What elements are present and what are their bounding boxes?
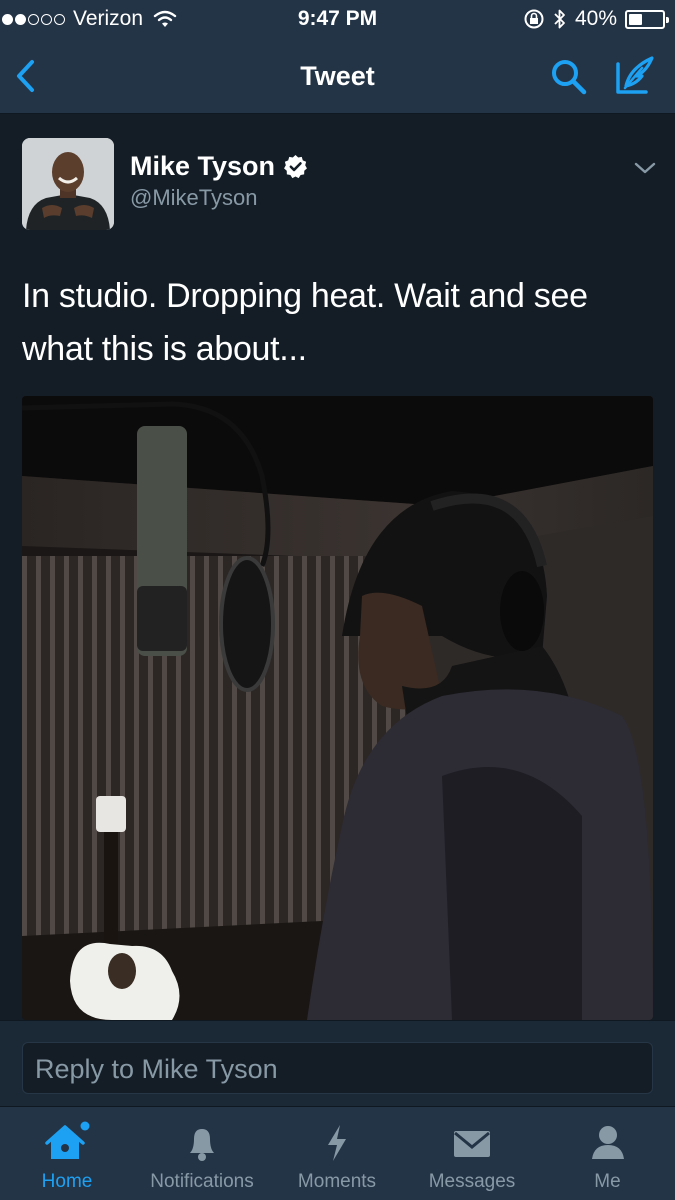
tab-me[interactable]: Me xyxy=(540,1107,675,1200)
status-right: 40% xyxy=(523,0,669,38)
reply-input[interactable]: Reply to Mike Tyson xyxy=(22,1042,653,1094)
tab-me-label: Me xyxy=(594,1171,621,1192)
tab-home-label: Home xyxy=(41,1171,93,1192)
tab-messages[interactable]: Messages xyxy=(404,1107,540,1200)
back-chevron-icon[interactable] xyxy=(10,56,46,96)
status-left: Verizon xyxy=(0,0,177,38)
author-avatar[interactable] xyxy=(22,138,114,230)
chevron-down-icon[interactable] xyxy=(632,158,658,178)
nav-bar: Tweet xyxy=(0,38,675,114)
author-handle[interactable]: @MikeTyson xyxy=(130,185,257,211)
tab-bar: Home Notifications Moments Messages Me xyxy=(0,1106,675,1200)
bell-icon xyxy=(190,1129,214,1161)
tab-notifications-label: Notifications xyxy=(150,1171,254,1192)
battery-icon xyxy=(625,9,669,29)
tab-notifications[interactable]: Notifications xyxy=(134,1107,270,1200)
tab-moments[interactable]: Moments xyxy=(270,1107,404,1200)
home-icon xyxy=(45,1121,90,1159)
envelope-icon xyxy=(454,1131,490,1157)
tab-moments-label: Moments xyxy=(297,1171,377,1192)
tweet-text: In studio. Dropping heat. Wait and see w… xyxy=(22,277,588,368)
battery-percent: 40% xyxy=(574,7,617,30)
compose-tweet-icon[interactable] xyxy=(612,54,658,98)
lightning-icon xyxy=(328,1125,346,1161)
person-icon xyxy=(591,1126,624,1159)
author-name-text: Mike Tyson xyxy=(130,151,276,181)
wifi-icon xyxy=(153,10,177,27)
carrier-label: Verizon xyxy=(73,7,144,30)
tab-messages-label: Messages xyxy=(428,1171,516,1192)
status-bar: Verizon 9:47 PM 40% xyxy=(0,0,675,38)
rotation-lock-icon xyxy=(524,9,544,29)
search-icon[interactable] xyxy=(548,56,590,98)
author-name[interactable]: Mike Tyson xyxy=(130,151,308,182)
signal-strength-icon xyxy=(2,13,65,25)
verified-badge-icon xyxy=(284,155,308,179)
bluetooth-icon xyxy=(554,9,565,29)
tab-home[interactable]: Home xyxy=(0,1107,134,1200)
tweet-photo[interactable] xyxy=(22,396,653,1020)
